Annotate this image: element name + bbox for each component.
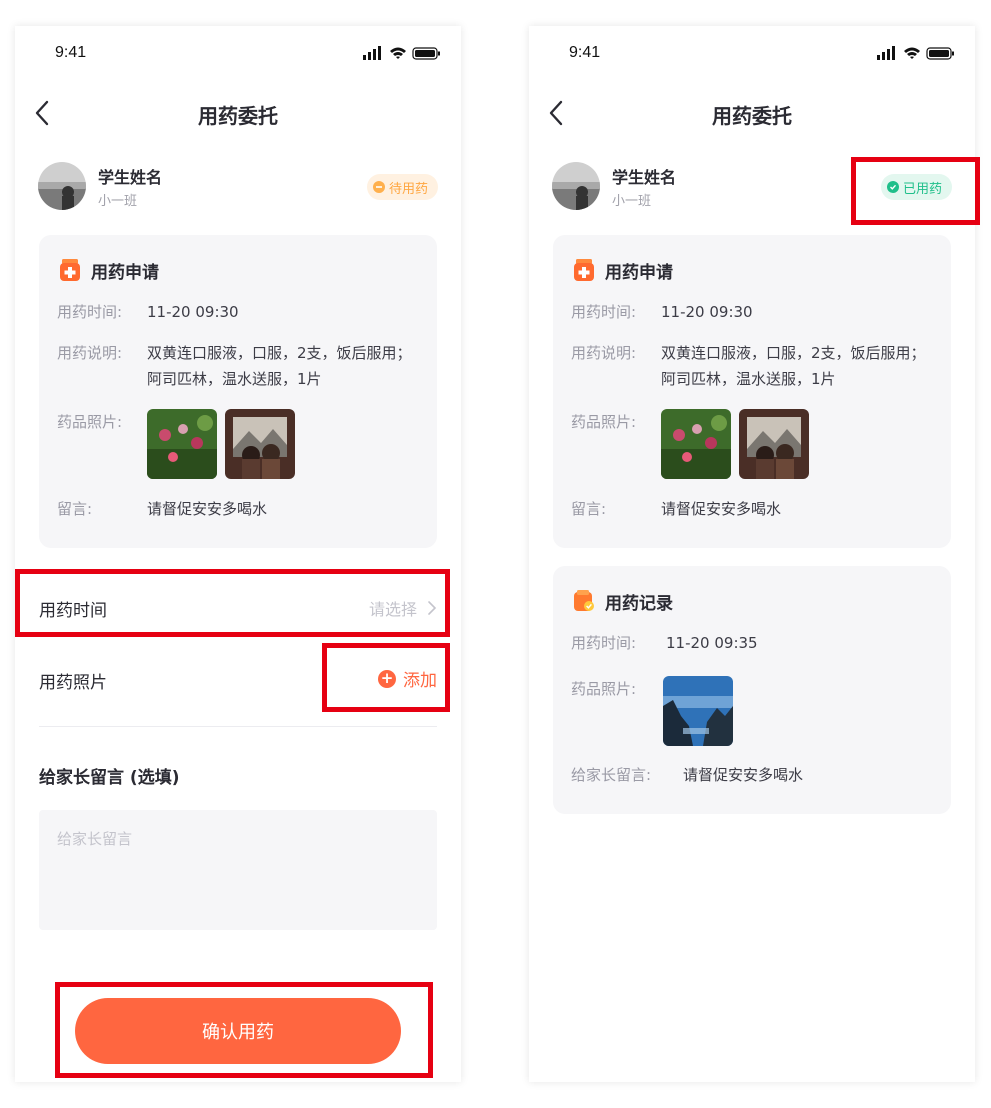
student-header: 学生姓名 小一班 已用药	[552, 162, 952, 214]
photo-label: 用药照片	[39, 673, 107, 693]
request-card: 用药申请 用药时间: 11-20 09:30 用药说明: 双黄连口服液，口服，2…	[553, 235, 951, 548]
medication-record-photo[interactable]	[663, 676, 733, 746]
row-value: 双黄连口服液，口服，2支，饭后服用；阿司匹林，温水送服，1片	[661, 344, 926, 388]
info-row-photos: 药品照片:	[571, 409, 935, 481]
screen-pending: 9:41 用药委托 学生姓名 小一班 待用药 用药申请 用药时间: 11-20 …	[15, 26, 461, 1082]
badge-label: 待用药	[388, 181, 428, 197]
status-icons	[877, 46, 954, 60]
row-label: 给家长留言:	[571, 766, 652, 784]
record-row-photos: 药品照片:	[571, 676, 935, 748]
row-label: 用药时间:	[57, 303, 123, 321]
status-bar: 9:41	[15, 26, 461, 82]
info-row-photos: 药品照片:	[57, 409, 421, 481]
info-row-message: 留言: 请督促安安多喝水	[57, 496, 421, 522]
student-name: 学生姓名	[98, 168, 163, 187]
student-name: 学生姓名	[612, 168, 677, 187]
confirm-medication-button[interactable]: 确认用药	[75, 998, 401, 1064]
request-card-header: 用药申请	[573, 257, 673, 283]
record-card-header: 用药记录	[573, 588, 673, 614]
medicine-photo[interactable]	[661, 409, 731, 479]
info-row-instructions: 用药说明: 双黄连口服液，口服，2支，饭后服用；阿司匹林，温水送服，1片	[57, 340, 421, 392]
medication-time-picker[interactable]: 用药时间 请选择	[39, 584, 437, 630]
plus-circle-icon: +	[378, 669, 396, 688]
pending-clock-icon	[372, 181, 385, 193]
add-label: 添加	[403, 671, 437, 691]
row-label: 药品照片:	[57, 413, 123, 431]
row-value: 请督促安安多喝水	[661, 500, 782, 518]
request-card: 用药申请 用药时间: 11-20 09:30 用药说明: 双黄连口服液，口服，2…	[39, 235, 437, 548]
medicine-photo[interactable]	[225, 409, 295, 479]
info-row-time: 用药时间: 11-20 09:30	[57, 299, 421, 325]
page-title: 用药委托	[712, 104, 792, 128]
info-row-instructions: 用药说明: 双黄连口服液，口服，2支，饭后服用；阿司匹林，温水送服，1片	[571, 340, 935, 392]
record-card: 用药记录 用药时间: 11-20 09:35 药品照片: 给家长留言: 请督促安…	[553, 566, 951, 814]
page-title: 用药委托	[198, 104, 278, 128]
status-badge-done: 已用药	[880, 174, 952, 200]
row-label: 药品照片:	[571, 413, 637, 431]
status-time: 9:41	[55, 44, 87, 61]
medicine-photo[interactable]	[739, 409, 809, 479]
student-class: 小一班	[612, 194, 652, 209]
divider	[39, 726, 437, 727]
medicine-photo[interactable]	[147, 409, 217, 479]
student-class: 小一班	[98, 194, 138, 209]
screen-completed: 9:41 用药委托 学生姓名 小一班 已用药 用药申请 用药时间: 11-20 …	[529, 26, 975, 1082]
medication-record-icon	[574, 590, 594, 611]
row-value: 11-20 09:35	[666, 634, 758, 652]
row-value: 11-20 09:30	[661, 303, 753, 321]
navbar: 用药委托	[15, 96, 461, 132]
row-label: 药品照片:	[571, 680, 637, 698]
request-card-title: 用药申请	[91, 262, 159, 283]
status-badge-pending: 待用药	[366, 174, 438, 200]
row-label: 留言:	[571, 500, 607, 518]
add-photo-button[interactable]: + 添加	[378, 666, 437, 691]
row-value: 请督促安安多喝水	[683, 766, 804, 784]
check-circle-icon	[886, 181, 899, 193]
navbar: 用药委托	[529, 96, 975, 132]
student-header: 学生姓名 小一班 待用药	[38, 162, 438, 214]
request-card-header: 用药申请	[59, 257, 159, 283]
badge-label: 已用药	[902, 181, 942, 197]
row-label: 用药时间:	[571, 303, 637, 321]
row-label: 用药说明:	[571, 344, 637, 362]
row-value: 请督促安安多喝水	[147, 500, 268, 518]
status-bar: 9:41	[529, 26, 975, 82]
row-label: 留言:	[57, 500, 93, 518]
avatar	[552, 162, 600, 210]
record-row-time: 用药时间: 11-20 09:35	[571, 630, 935, 656]
message-section-title: 给家长留言 (选填)	[39, 768, 180, 788]
row-label: 用药时间:	[571, 634, 637, 652]
parent-message-input[interactable]	[39, 810, 437, 930]
row-label: 用药说明:	[57, 344, 123, 362]
status-icons	[363, 46, 440, 60]
time-placeholder: 请选择	[368, 600, 417, 619]
row-value: 11-20 09:30	[147, 303, 239, 321]
record-card-title: 用药记录	[605, 593, 673, 614]
status-time: 9:41	[569, 44, 601, 61]
info-row-time: 用药时间: 11-20 09:30	[571, 299, 935, 325]
avatar	[38, 162, 86, 210]
medicine-bottle-icon	[60, 259, 80, 281]
info-row-message: 留言: 请督促安安多喝水	[571, 496, 935, 522]
medication-photo-row: 用药照片 + 添加	[39, 656, 437, 702]
row-value: 双黄连口服液，口服，2支，饭后服用；阿司匹林，温水送服，1片	[147, 344, 412, 388]
medicine-bottle-icon	[574, 259, 594, 281]
time-label: 用药时间	[39, 601, 107, 621]
request-card-title: 用药申请	[605, 262, 673, 283]
record-row-message: 给家长留言: 请督促安安多喝水	[571, 762, 935, 788]
chevron-right-icon	[428, 601, 437, 615]
